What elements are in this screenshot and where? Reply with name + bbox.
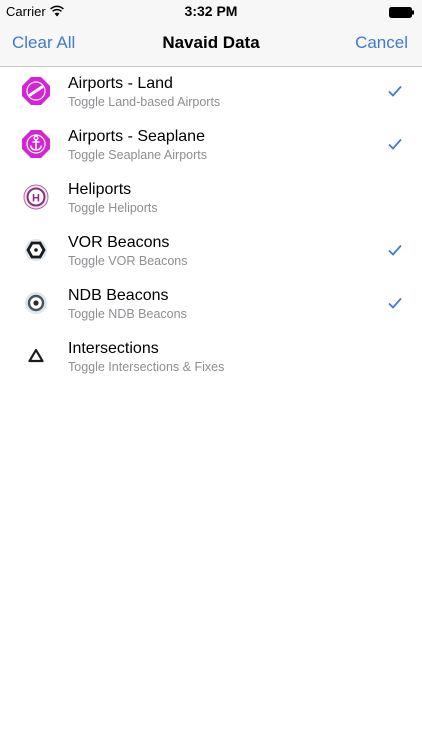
item-title: Intersections [68,340,159,357]
item-subtitle: Toggle Heliports [68,201,158,215]
checkmark-icon [388,244,402,256]
item-subtitle: Toggle Land-based Airports [68,95,221,109]
item-subtitle: Toggle Intersections & Fixes [68,360,225,374]
item-subtitle: Toggle VOR Beacons [68,254,188,268]
list-item-airports-seaplane[interactable]: Airports - Seaplane Toggle Seaplane Airp… [0,119,422,172]
list-item-intersections[interactable]: Intersections Toggle Intersections & Fix… [0,331,422,384]
item-title: VOR Beacons [68,234,170,251]
checkmark-icon [388,297,402,309]
intersection-icon [20,340,52,372]
item-subtitle: Toggle Seaplane Airports [68,148,207,162]
airport-seaplane-icon [20,128,52,160]
navaid-list: Airports - Land Toggle Land-based Airpor… [0,66,422,384]
item-title: NDB Beacons [68,287,169,304]
vor-beacon-icon [20,234,52,266]
heliport-icon: H [20,181,52,213]
item-title: Heliports [68,181,132,198]
list-item-ndb-beacons[interactable]: NDB Beacons Toggle NDB Beacons [0,278,422,331]
screen: Carrier 3:32 PM Clear All Navaid Data Ca… [0,0,422,750]
svg-text:H: H [32,192,40,204]
nav-bar: Clear All Navaid Data Cancel [0,22,422,67]
checkmark-icon [388,85,402,97]
status-time: 3:32 PM [184,3,238,19]
item-title: Airports - Land [68,75,173,92]
battery-icon [389,5,415,18]
list-item-heliports[interactable]: H Heliports Toggle Heliports [0,172,422,225]
list-item-airports-land[interactable]: Airports - Land Toggle Land-based Airpor… [0,66,422,119]
item-title: Airports - Seaplane [68,128,205,145]
ndb-beacon-icon [20,287,52,319]
list-item-vor-beacons[interactable]: VOR Beacons Toggle VOR Beacons [0,225,422,278]
cancel-button[interactable]: Cancel [355,33,408,53]
checkmark-icon [388,138,402,150]
status-bar: Carrier 3:32 PM [0,0,422,22]
airport-land-icon [20,75,52,107]
item-subtitle: Toggle NDB Beacons [68,307,187,321]
